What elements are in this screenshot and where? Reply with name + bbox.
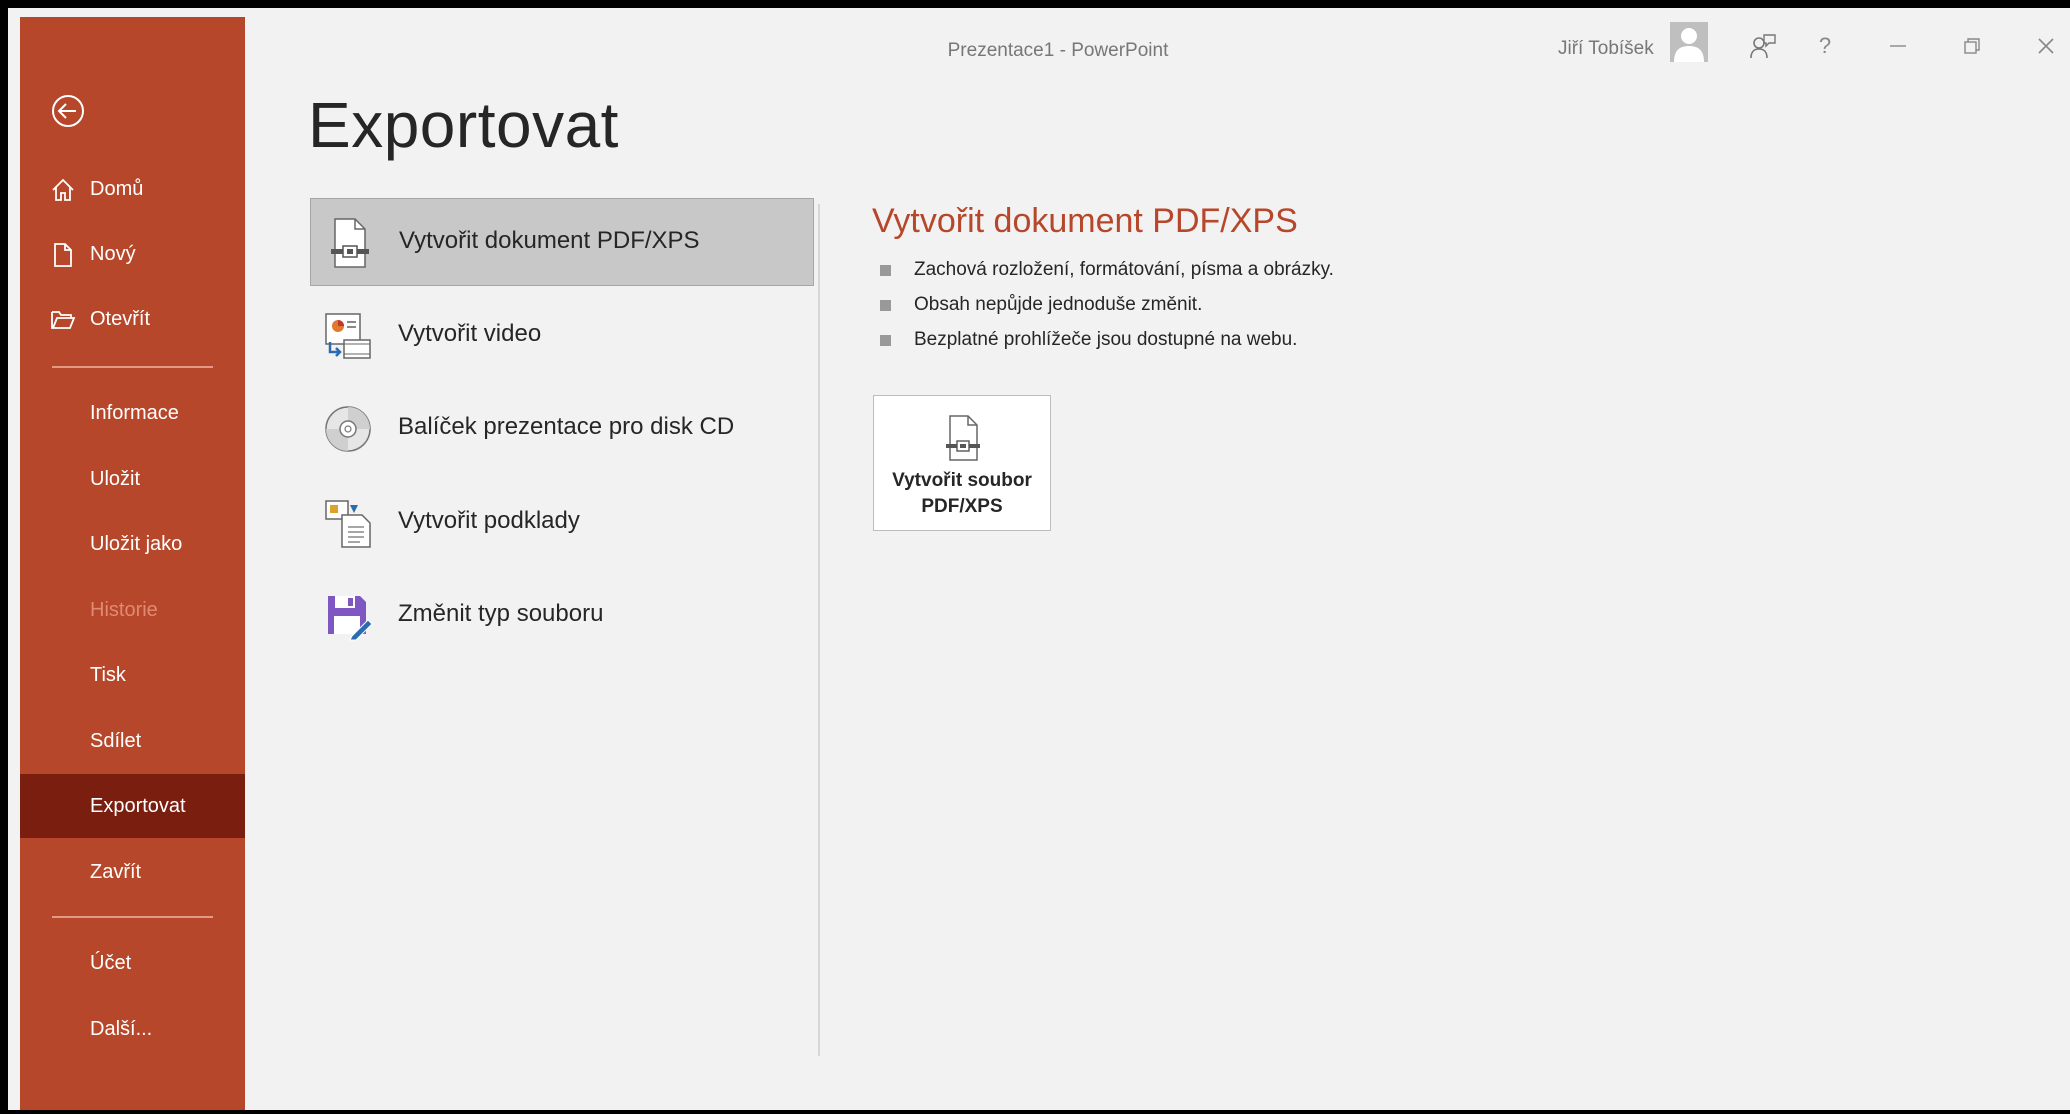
window-title: Prezentace1 - PowerPoint (947, 40, 1169, 61)
open-folder-icon (50, 307, 76, 333)
sidebar-item-label: Informace (90, 401, 179, 424)
help-icon[interactable]: ? (1811, 32, 1839, 60)
export-option-handouts[interactable]: Vytvořit podklady (310, 479, 814, 567)
sidebar-item-more[interactable]: Další... (20, 997, 245, 1061)
pdf-document-icon (323, 217, 375, 269)
backstage-sidebar: Domů Nový Otevřít Informace Uložit Uloži… (20, 17, 245, 1110)
sidebar-item-label: Domů (90, 177, 144, 200)
restore-icon[interactable] (1958, 32, 1986, 60)
close-icon[interactable] (2032, 32, 2060, 60)
minimize-icon[interactable] (1884, 32, 1912, 60)
sidebar-item-new[interactable]: Nový (20, 222, 245, 286)
sidebar-item-label: Historie (90, 598, 158, 621)
sidebar-item-close[interactable]: Zavřít (20, 840, 245, 904)
sidebar-item-open[interactable]: Otevřít (20, 287, 245, 351)
sidebar-item-save-as[interactable]: Uložit jako (20, 512, 245, 576)
detail-bullet-text: Zachová rozložení, formátování, písma a … (914, 259, 1334, 280)
bullet-square-icon (880, 300, 891, 311)
export-option-label: Vytvořit podklady (398, 507, 580, 534)
home-icon (50, 177, 76, 203)
change-file-type-icon (322, 590, 374, 642)
handouts-icon (322, 497, 374, 549)
sidebar-item-share[interactable]: Sdílet (20, 709, 245, 773)
sidebar-item-save[interactable]: Uložit (20, 447, 245, 511)
sidebar-item-info[interactable]: Informace (20, 381, 245, 445)
create-button-label: Vytvořit soubor PDF/XPS (892, 470, 1032, 517)
detail-heading: Vytvořit dokument PDF/XPS (872, 202, 1298, 240)
sidebar-item-label: Zavřít (90, 860, 142, 883)
sidebar-item-home[interactable]: Domů (20, 157, 245, 221)
export-option-cd-package[interactable]: Balíček prezentace pro disk CD (310, 385, 814, 473)
sidebar-item-print[interactable]: Tisk (20, 643, 245, 707)
feedback-icon[interactable] (1748, 32, 1776, 60)
cd-icon (322, 403, 374, 455)
sidebar-item-label: Tisk (90, 663, 126, 686)
export-option-pdf-xps[interactable]: Vytvořit dokument PDF/XPS (310, 198, 814, 286)
sidebar-item-history: Historie (20, 578, 245, 642)
sidebar-item-label: Exportovat (90, 794, 186, 817)
powerpoint-window: Domů Nový Otevřít Informace Uložit Uloži… (8, 8, 2070, 1110)
export-option-label: Vytvořit dokument PDF/XPS (399, 227, 700, 254)
sidebar-item-label: Uložit jako (90, 532, 183, 555)
pdf-document-icon (941, 414, 985, 462)
export-option-change-file-type[interactable]: Změnit typ souboru (310, 572, 814, 660)
sidebar-item-label: Další... (90, 1017, 153, 1040)
detail-bullet-text: Obsah nepůjde jednoduše změnit. (914, 294, 1203, 315)
video-icon (322, 310, 374, 362)
avatar-icon[interactable] (1670, 22, 1708, 62)
detail-bullet-text: Bezplatné prohlížeče jsou dostupné na we… (914, 329, 1298, 350)
sidebar-item-account[interactable]: Účet (20, 931, 245, 995)
sidebar-separator (52, 916, 213, 918)
back-arrow-icon[interactable] (50, 93, 86, 129)
sidebar-item-export[interactable]: Exportovat (20, 774, 245, 838)
create-pdf-xps-button[interactable]: Vytvořit soubor PDF/XPS (873, 395, 1051, 531)
export-option-video[interactable]: Vytvořit video (310, 292, 814, 380)
sidebar-item-label: Otevřít (90, 307, 151, 330)
bullet-square-icon (880, 335, 891, 346)
sidebar-item-label: Sdílet (90, 729, 142, 752)
export-option-label: Vytvořit video (398, 320, 542, 347)
sidebar-item-label: Účet (90, 951, 132, 974)
vertical-divider (818, 204, 820, 1056)
export-option-label: Změnit typ souboru (398, 600, 604, 627)
sidebar-item-label: Nový (90, 242, 136, 265)
user-name[interactable]: Jiří Tobíšek (1558, 38, 1654, 60)
sidebar-item-label: Uložit (90, 467, 141, 490)
export-option-label: Balíček prezentace pro disk CD (398, 413, 735, 440)
bullet-square-icon (880, 265, 891, 276)
page-title: Exportovat (308, 89, 619, 161)
sidebar-separator (52, 366, 213, 368)
new-document-icon (50, 242, 76, 268)
